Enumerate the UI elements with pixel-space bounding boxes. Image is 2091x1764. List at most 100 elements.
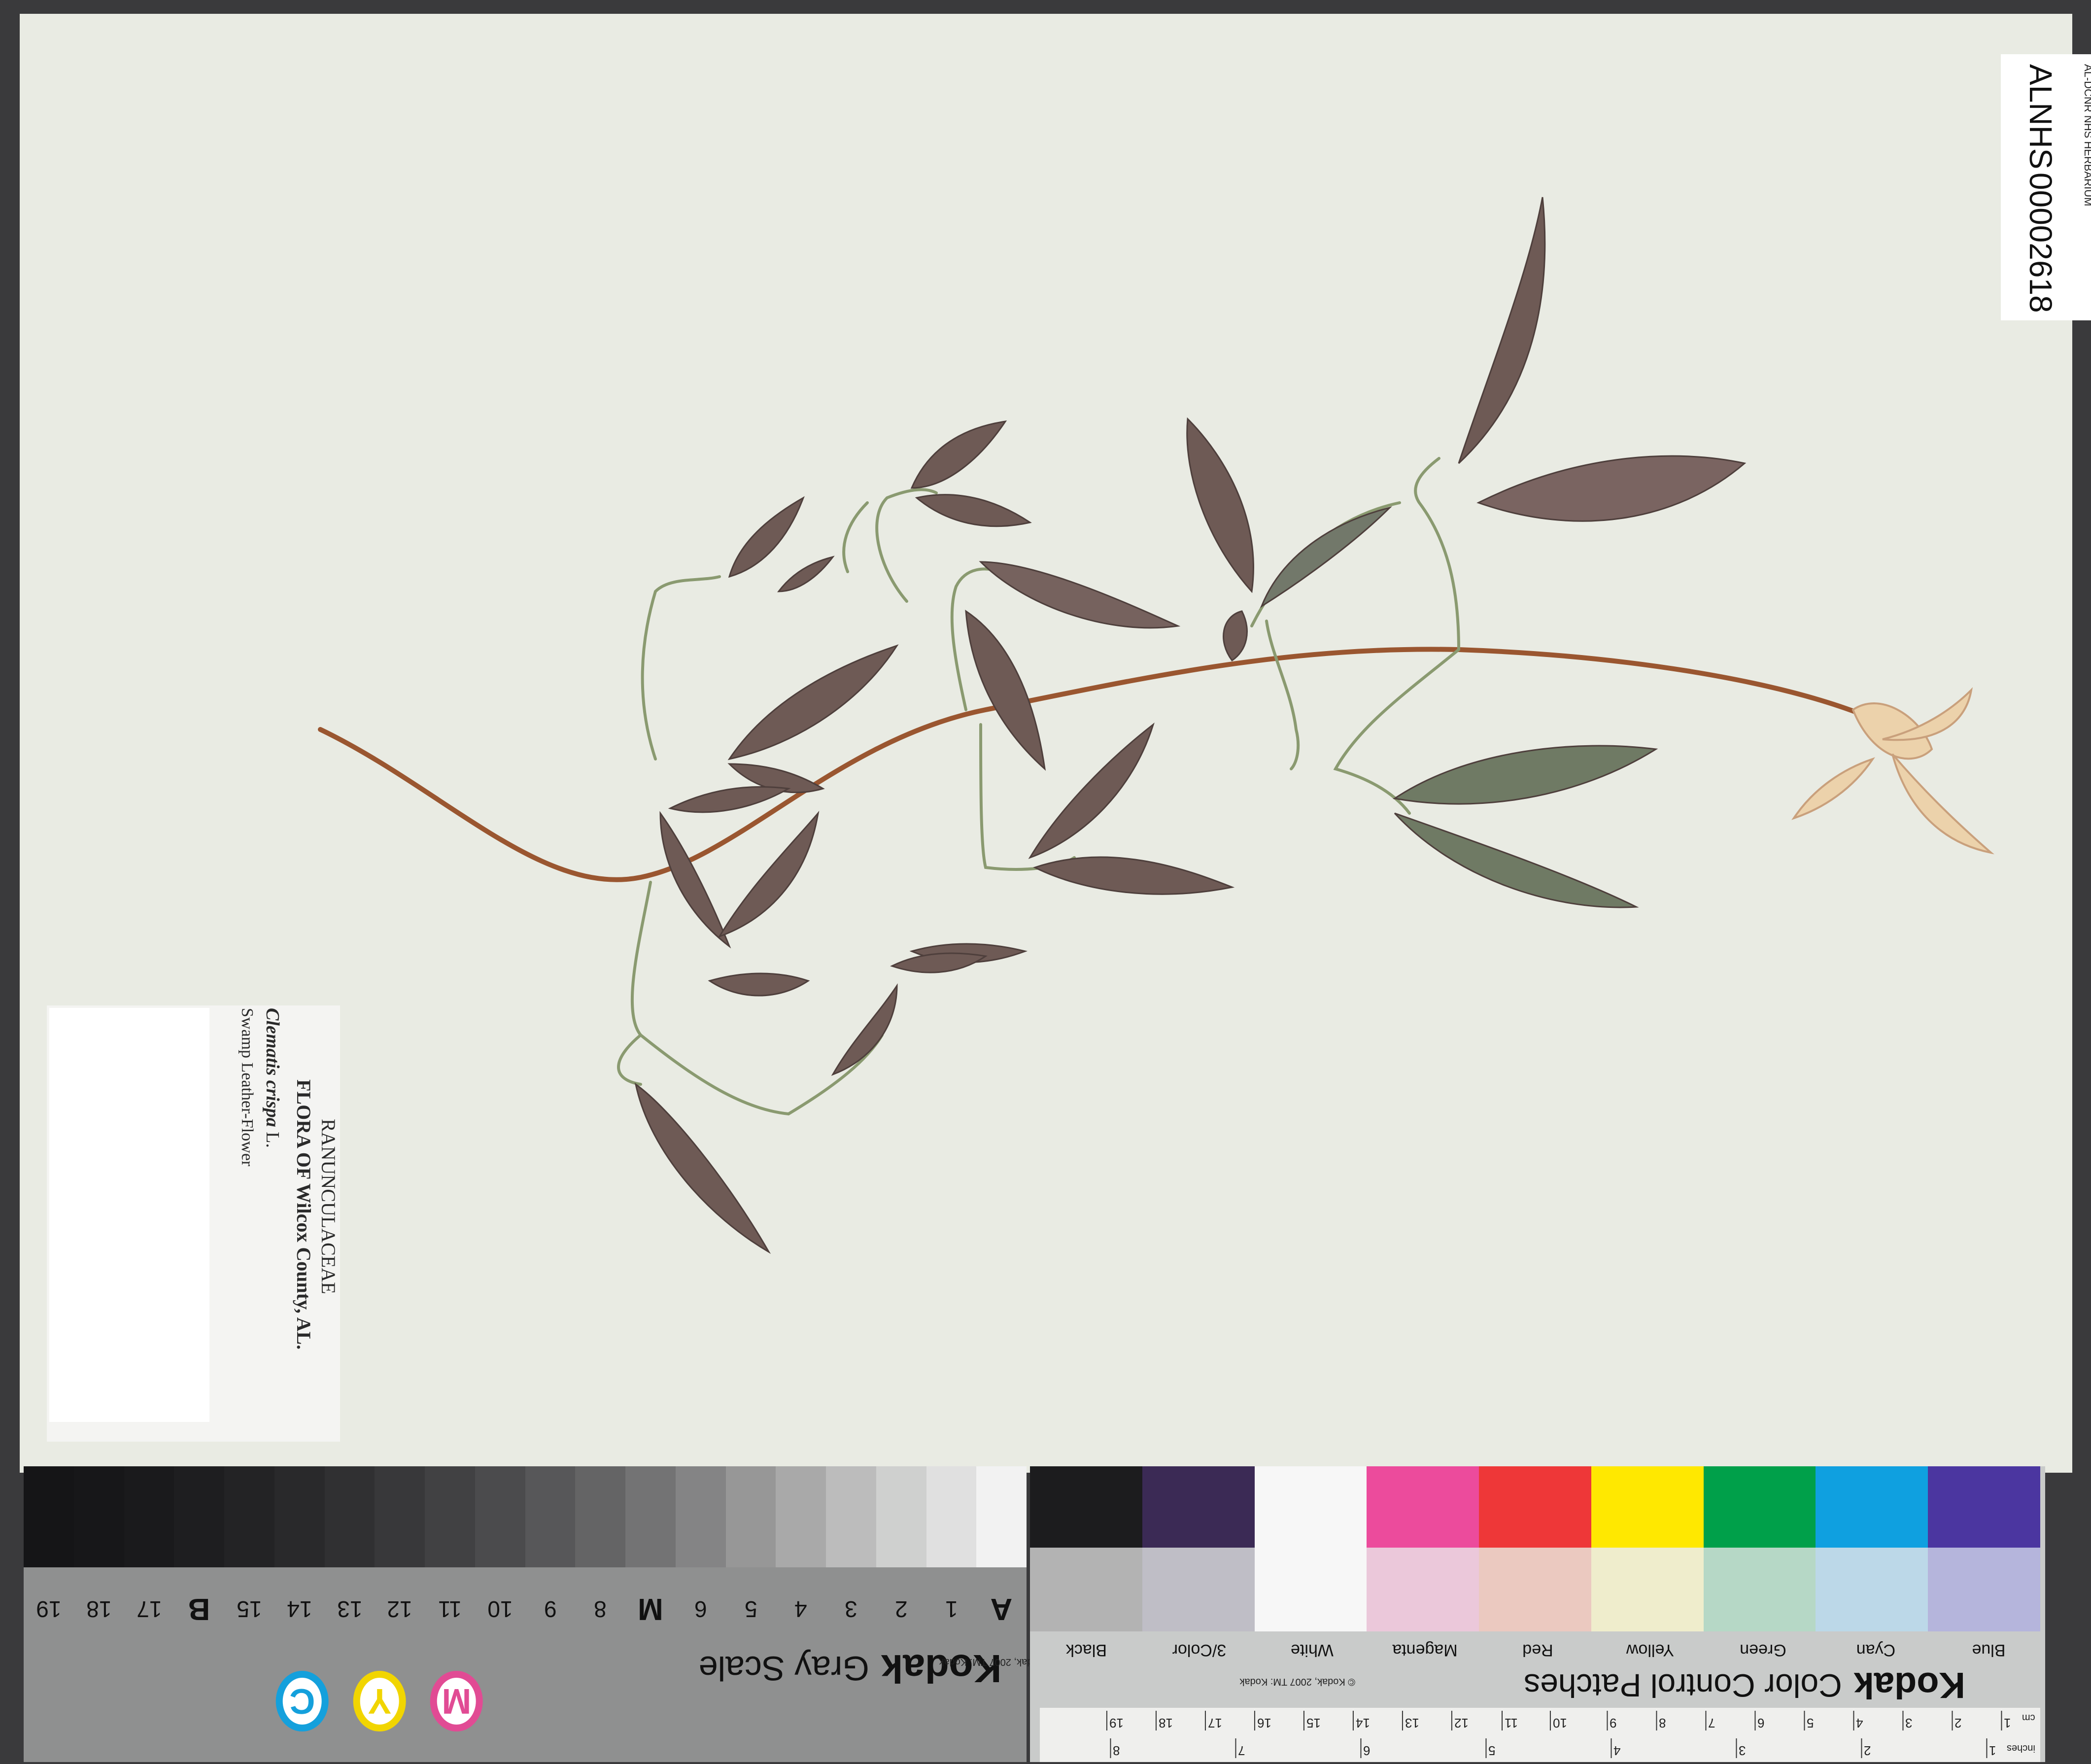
gray-patch — [24, 1466, 74, 1567]
ruler-cm-tick: 16 — [1254, 1711, 1271, 1730]
gray-scale-number: 18 — [86, 1596, 112, 1622]
gray-scale-number: 3 — [845, 1596, 857, 1622]
color-patch-bottom — [1254, 1548, 1367, 1631]
gray-scale-number: 13 — [337, 1596, 362, 1622]
tendril — [617, 1034, 642, 1086]
patch-name: Red — [1522, 1641, 1553, 1660]
color-patch-top — [1254, 1466, 1367, 1548]
tendril — [641, 575, 721, 761]
ruler-cm-tick: 19 — [1106, 1711, 1124, 1730]
gray-scale-number: M — [638, 1592, 663, 1626]
gray-patch — [575, 1466, 625, 1567]
color-card-copyright: © Kodak, 2007 TM: Kodak — [1239, 1676, 1355, 1687]
patch-names: Black 3/Color White Magenta Red Yellow Green Cy… — [1030, 1635, 2045, 1665]
gray-scale-number: 19 — [36, 1596, 62, 1622]
leaf — [668, 786, 791, 813]
leaf — [1033, 856, 1235, 895]
tendril — [1250, 501, 1401, 627]
color-card-name: Color Control Patches — [1524, 1667, 1842, 1704]
patch-name: Black — [1065, 1641, 1107, 1660]
gray-patch — [725, 1466, 776, 1567]
color-patch-bottom — [1367, 1548, 1479, 1631]
tendril — [1414, 457, 1460, 651]
label-species-line: Clematis crispa L. — [262, 1008, 283, 1148]
color-patch-top — [1142, 1466, 1255, 1548]
leaf — [1476, 455, 1747, 522]
leaf — [1458, 197, 1546, 464]
gray-scale-number: 12 — [387, 1596, 412, 1622]
label-flora: FLORA OF Wilcox County, AL. — [293, 1079, 315, 1350]
gray-patch — [224, 1466, 274, 1567]
leaf — [965, 610, 1046, 771]
leaf — [979, 561, 1181, 629]
color-patch-bottom — [1030, 1548, 1142, 1631]
gray-patch — [625, 1466, 676, 1567]
ruler-cm-tick: 18 — [1156, 1711, 1173, 1730]
ruler-inch-tick: 2 — [1860, 1738, 1871, 1758]
gray-patch — [124, 1466, 174, 1567]
leaf — [1394, 812, 1639, 908]
leaf — [718, 810, 820, 938]
gray-patch — [826, 1466, 876, 1567]
color-patch-bottom — [1142, 1548, 1255, 1631]
color-patch-top — [1479, 1466, 1591, 1548]
color-patch-top — [1928, 1466, 2040, 1548]
kodak-logo: Kodak — [881, 1647, 1002, 1691]
label-species: Clematis crispa — [262, 1008, 283, 1127]
label-common-name: Swamp Leather-Flower — [238, 1008, 256, 1167]
gray-scale-number: 1 — [945, 1596, 958, 1622]
gray-scale-title: Kodak Gray Scale — [690, 1639, 1010, 1698]
color-patch-top — [1816, 1466, 1928, 1548]
redaction-box — [49, 1008, 209, 1422]
leaf — [659, 811, 731, 949]
tendril — [1265, 620, 1300, 770]
leaf — [915, 494, 1032, 527]
gray-scale-number: 14 — [287, 1596, 312, 1622]
gray-patch — [776, 1466, 826, 1567]
gray-patch — [425, 1466, 475, 1567]
leaf — [910, 420, 1007, 489]
color-patch-bottom — [1928, 1548, 2040, 1631]
leaf — [727, 644, 899, 761]
gray-patch — [73, 1466, 124, 1567]
gray-scale-number: 15 — [237, 1596, 262, 1622]
main-stem — [318, 647, 1865, 882]
label-family: RANUNCULACEAE — [317, 1119, 340, 1294]
barcode-prefix: ALNHS — [2023, 64, 2058, 170]
color-patch-bottom — [1703, 1548, 1816, 1631]
color-patch-top — [1591, 1466, 1704, 1548]
patch-name: 3/Color — [1172, 1641, 1227, 1660]
gray-patch — [475, 1466, 525, 1567]
patch-name: White — [1290, 1641, 1334, 1660]
leaf — [1223, 610, 1248, 662]
tendril — [842, 501, 869, 573]
gray-patch — [274, 1466, 325, 1567]
ruler-cm-tick: 8 — [1655, 1711, 1666, 1730]
gray-scale-numbers: 19 18 17 B 15 14 13 12 11 10 9 8 M 6 5 4 3 2 1 A — [24, 1582, 1027, 1636]
gray-patch — [976, 1466, 1027, 1567]
leaf — [634, 1082, 771, 1254]
gray-patch — [375, 1466, 425, 1567]
leaf — [1186, 417, 1254, 593]
ruler-cm-tick: 3 — [1902, 1711, 1912, 1730]
color-patch-bottom — [1816, 1548, 1928, 1631]
leaf — [728, 496, 805, 578]
patch-name: Blue — [1972, 1641, 2006, 1660]
patch-name: Cyan — [1856, 1641, 1896, 1660]
kodak-logo: Kodak — [1853, 1665, 1965, 1706]
color-patches — [1030, 1466, 2045, 1634]
barcode-label: AL-DCNR NHS HERBARIUM ALNHS 00002618 — [2001, 54, 2091, 320]
gray-patch — [675, 1466, 726, 1567]
leaf — [777, 555, 835, 592]
ruler-cm-label: cm — [2022, 1712, 2035, 1723]
ruler-cm-tick: 11 — [1502, 1711, 1518, 1730]
color-card-title: Kodak Color Control Patches — [1478, 1661, 2011, 1710]
ruler-cm-tick: 6 — [1754, 1711, 1764, 1730]
color-patch-top — [1030, 1466, 1142, 1548]
ruler-cm-tick: 5 — [1803, 1711, 1814, 1730]
gray-scale-number: 10 — [487, 1596, 513, 1622]
leaf — [1260, 506, 1392, 608]
ruler-inch-label: inches — [2007, 1743, 2035, 1754]
ruler-cm-tick: 4 — [1852, 1711, 1863, 1730]
color-patch-top — [1703, 1466, 1816, 1548]
